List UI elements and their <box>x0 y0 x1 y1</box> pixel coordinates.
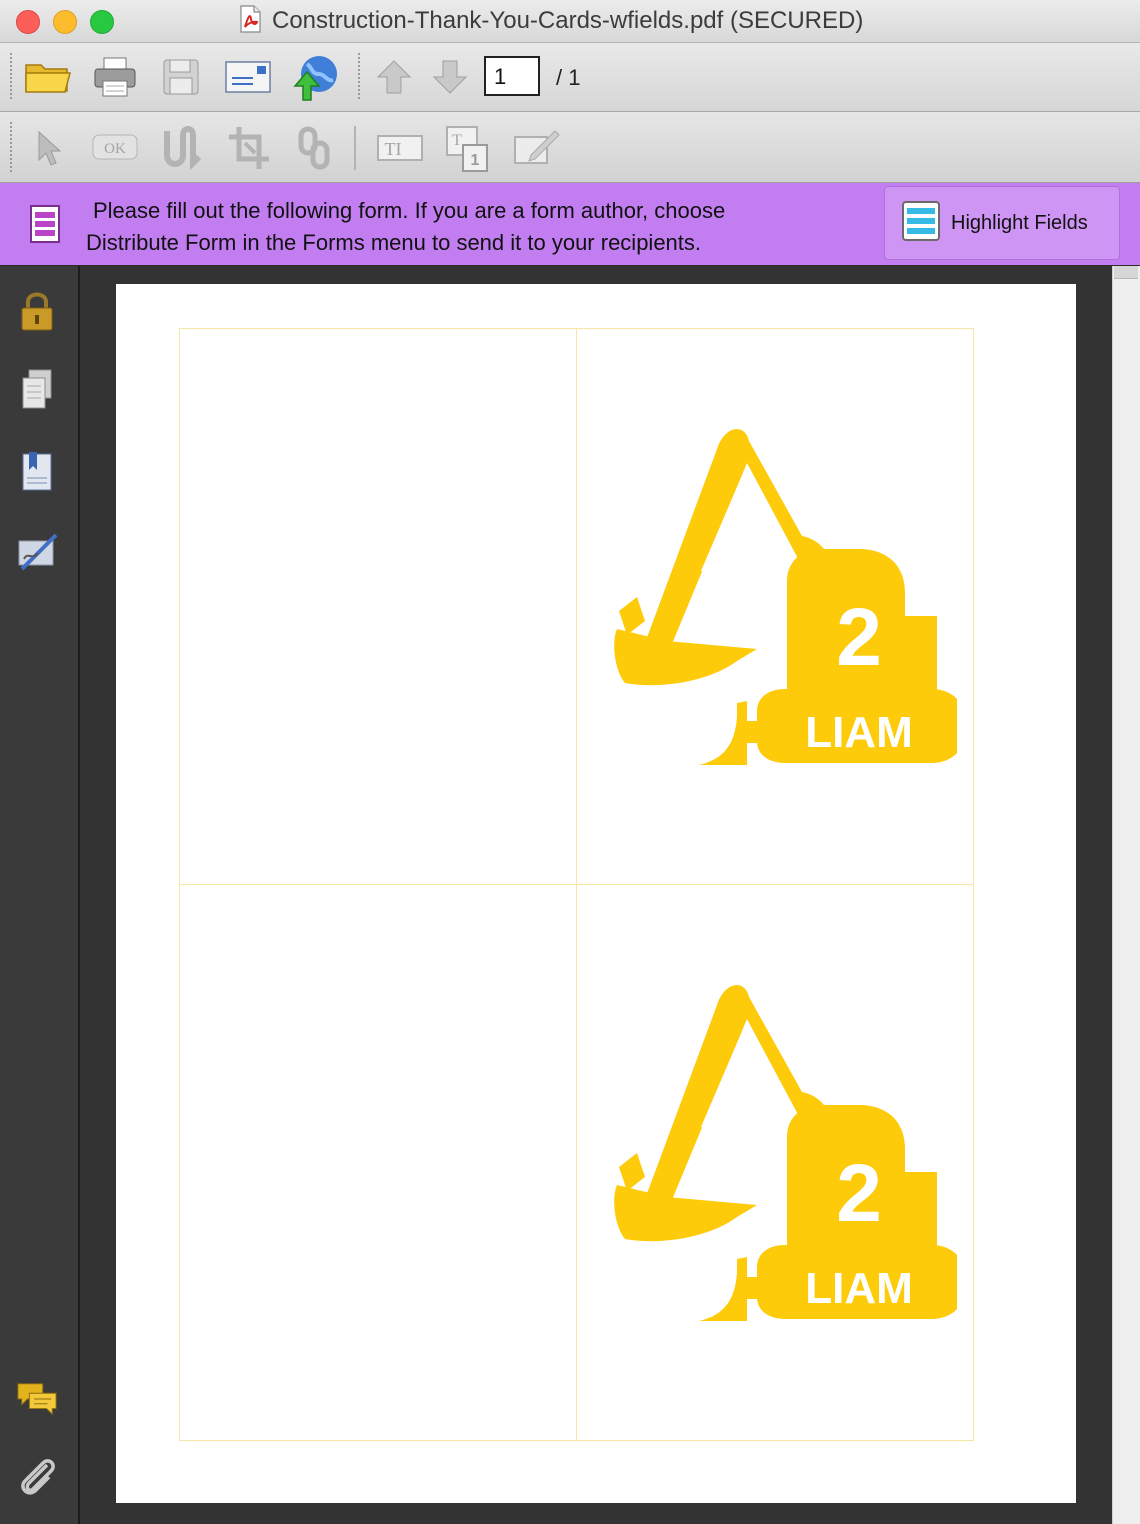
pages-icon[interactable] <box>16 368 58 410</box>
page-number-input[interactable]: 1 <box>484 56 540 96</box>
signatures-icon[interactable] <box>16 530 58 572</box>
scrollbar-cap[interactable] <box>1114 266 1138 279</box>
window-title-group: Construction-Thank-You-Cards-wfields.pdf… <box>236 4 864 38</box>
card-bottom-right: 2 LIAM <box>576 884 974 1441</box>
card-top-right: 2 LIAM <box>576 328 974 885</box>
select-arrow-icon[interactable] <box>28 126 68 170</box>
crop-tool-icon[interactable] <box>226 124 272 172</box>
svg-text:1: 1 <box>471 152 480 169</box>
form-message: Please fill out the following form. If y… <box>86 195 866 259</box>
card-name: LIAM <box>805 708 913 757</box>
ok-button-tool-icon[interactable]: OK <box>90 130 140 164</box>
pdf-page: 2 LIAM 2 LIAM <box>116 284 1076 1503</box>
upload-web-icon[interactable] <box>288 51 342 103</box>
close-window-button[interactable] <box>16 10 40 34</box>
page-down-icon[interactable] <box>428 55 472 99</box>
attachments-icon[interactable] <box>16 1456 58 1498</box>
toolbar-separator <box>354 126 356 170</box>
toolbar-grip <box>10 53 12 101</box>
minimize-window-button[interactable] <box>53 10 77 34</box>
card-bottom-left <box>179 884 577 1441</box>
zoom-window-button[interactable] <box>90 10 114 34</box>
excavator-graphic: 2 LIAM <box>597 977 967 1327</box>
excavator-graphic: 2 LIAM <box>597 421 967 771</box>
sign-tool-icon[interactable] <box>510 124 562 170</box>
text-field-tool-icon[interactable]: TI <box>374 128 426 168</box>
pdf-file-icon <box>236 4 264 38</box>
card-number: 2 <box>836 1148 882 1239</box>
toolbar-separator <box>358 53 360 101</box>
lock-icon[interactable] <box>16 290 58 332</box>
vertical-scrollbar[interactable] <box>1112 266 1140 1524</box>
text-box-tool-icon[interactable]: T 1 <box>442 122 492 174</box>
card-name: LIAM <box>805 1264 913 1313</box>
link-tool-icon[interactable] <box>292 124 338 172</box>
form-message-line1: Please fill out the following form. If y… <box>93 198 726 223</box>
open-folder-icon[interactable] <box>22 55 74 99</box>
toolbar-grip <box>10 122 12 172</box>
svg-text:T: T <box>452 132 462 149</box>
svg-text:OK: OK <box>104 141 126 157</box>
bookmarks-icon[interactable] <box>16 450 58 492</box>
svg-text:TI: TI <box>385 139 402 159</box>
main-toolbar: 1 / 1 <box>0 43 1140 112</box>
highlight-fields-button[interactable]: Highlight Fields <box>884 186 1120 260</box>
print-icon[interactable] <box>90 53 140 101</box>
form-notification-bar: Please fill out the following form. If y… <box>0 183 1140 265</box>
card-number: 2 <box>836 592 882 683</box>
comments-icon[interactable] <box>16 1378 58 1420</box>
highlight-fields-icon <box>901 200 941 247</box>
navigation-panel <box>0 266 80 1524</box>
form-message-line2: Distribute Form in the Forms menu to sen… <box>86 230 702 255</box>
form-icon <box>28 203 62 245</box>
highlight-fields-label: Highlight Fields <box>951 211 1088 234</box>
save-icon[interactable] <box>158 55 204 99</box>
window-titlebar: Construction-Thank-You-Cards-wfields.pdf… <box>0 0 1140 43</box>
email-icon[interactable] <box>222 55 274 99</box>
page-total-label: / 1 <box>556 65 581 90</box>
window-title: Construction-Thank-You-Cards-wfields.pdf… <box>272 7 864 34</box>
page-up-icon[interactable] <box>372 55 416 99</box>
loop-tool-icon[interactable] <box>158 124 204 172</box>
editing-toolbar: OK TI T 1 <box>0 112 1140 183</box>
card-top-left <box>179 328 577 885</box>
